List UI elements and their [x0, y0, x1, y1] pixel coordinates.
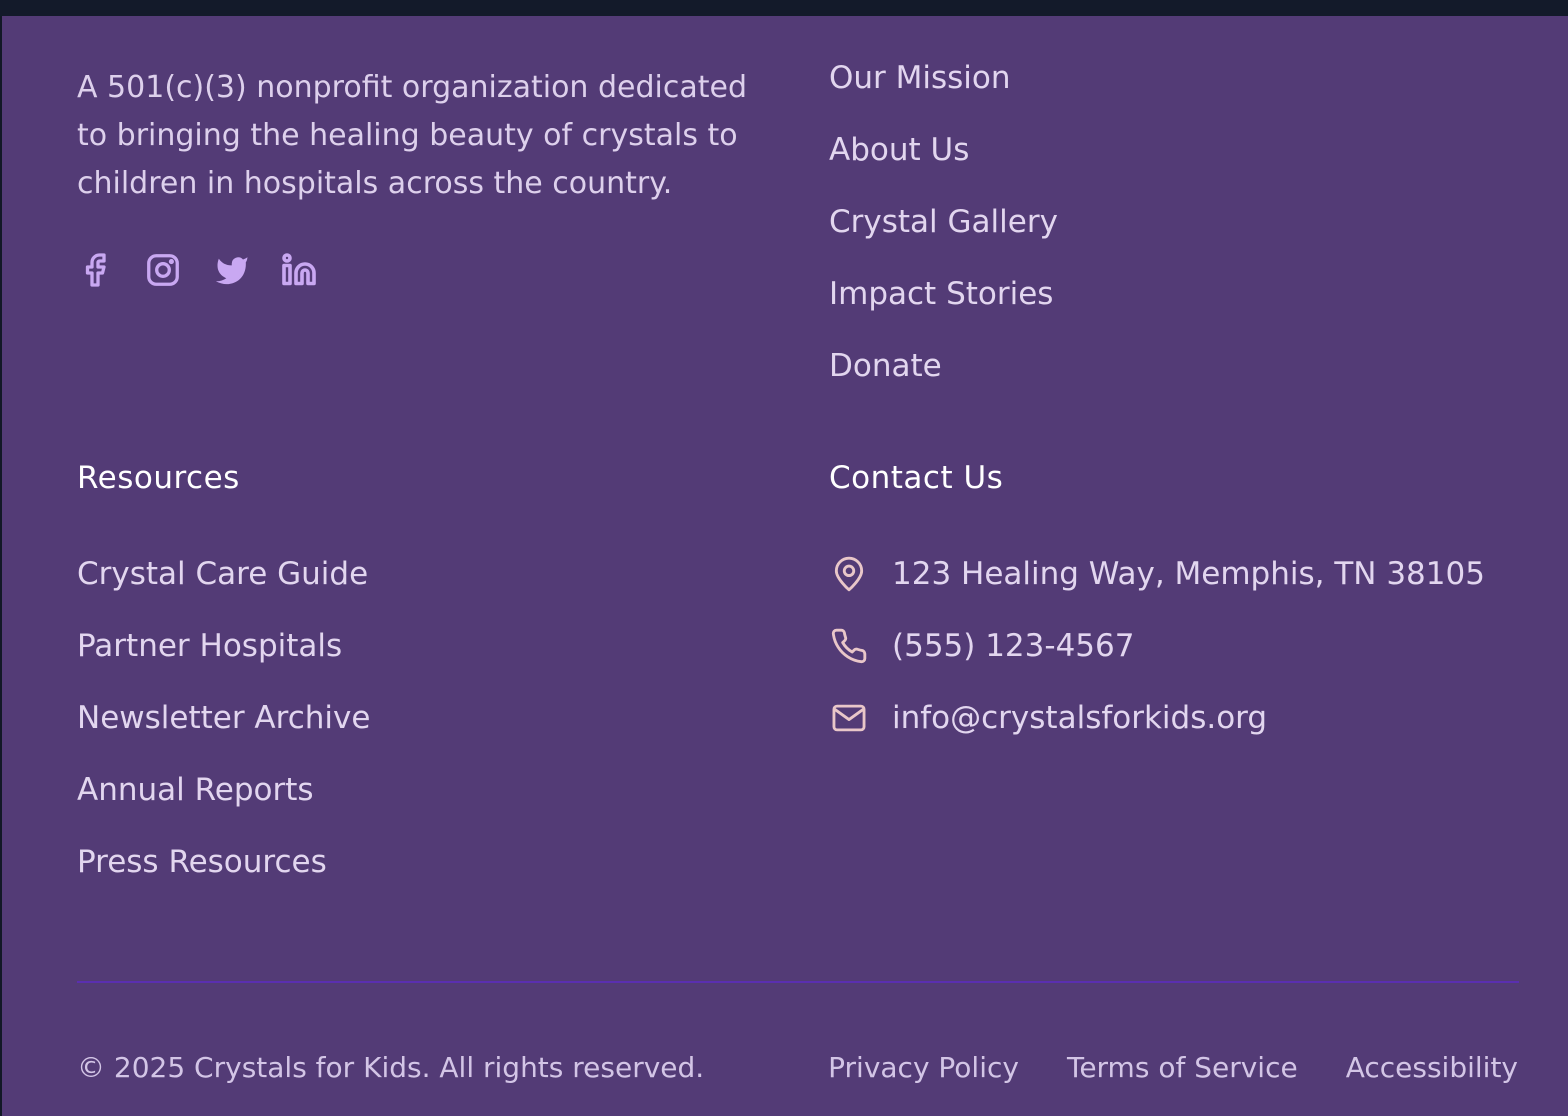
instagram-icon [147, 254, 179, 286]
linkedin-icon [282, 253, 316, 286]
accessibility-link[interactable]: Accessibility [1346, 1046, 1518, 1090]
site-footer: A 501(c)(3) nonprofit organization dedic… [2, 16, 1568, 1116]
resource-link-press-resources[interactable]: Press Resources [77, 838, 370, 910]
phone-icon [829, 622, 869, 670]
top-bar-edge [0, 0, 1568, 16]
quick-links-list: Our Mission About Us Crystal Gallery Imp… [829, 54, 1058, 414]
social-links [77, 252, 317, 288]
contact-address: 123 Healing Way, Memphis, TN 38105 [829, 550, 1485, 622]
footer-link-about-us[interactable]: About Us [829, 126, 1058, 198]
resource-link-partner-hospitals[interactable]: Partner Hospitals [77, 622, 370, 694]
map-pin-icon [829, 550, 869, 598]
contact-email[interactable]: info@crystalsforkids.org [829, 694, 1485, 766]
legal-links: Privacy Policy Terms of Service Accessib… [828, 1046, 1518, 1090]
footer-link-impact-stories[interactable]: Impact Stories [829, 270, 1058, 342]
about-description: A 501(c)(3) nonprofit organization dedic… [77, 70, 747, 201]
mail-icon [829, 694, 869, 742]
resource-link-newsletter-archive[interactable]: Newsletter Archive [77, 694, 370, 766]
facebook-icon [85, 253, 106, 287]
linkedin-link[interactable] [281, 252, 317, 288]
footer-link-our-mission[interactable]: Our Mission [829, 54, 1058, 126]
footer-divider [77, 981, 1519, 983]
contact-address-text: 123 Healing Way, Memphis, TN 38105 [892, 556, 1485, 592]
twitter-link[interactable] [213, 252, 249, 288]
resource-link-crystal-care-guide[interactable]: Crystal Care Guide [77, 550, 370, 622]
copyright-text: © 2025 Crystals for Kids. All rights res… [77, 1051, 705, 1084]
facebook-link[interactable] [77, 252, 113, 288]
footer-link-donate[interactable]: Donate [829, 342, 1058, 414]
resources-list: Crystal Care Guide Partner Hospitals New… [77, 550, 370, 910]
instagram-link[interactable] [145, 252, 181, 288]
contact-phone-text: (555) 123-4567 [892, 628, 1135, 664]
contact-heading: Contact Us [829, 460, 1004, 496]
footer-link-crystal-gallery[interactable]: Crystal Gallery [829, 198, 1058, 270]
resource-link-annual-reports[interactable]: Annual Reports [77, 766, 370, 838]
contact-email-text: info@crystalsforkids.org [892, 700, 1268, 736]
terms-of-service-link[interactable]: Terms of Service [1067, 1046, 1298, 1090]
contact-phone[interactable]: (555) 123-4567 [829, 622, 1485, 694]
privacy-policy-link[interactable]: Privacy Policy [828, 1046, 1019, 1090]
twitter-icon [215, 257, 248, 285]
resources-heading: Resources [77, 460, 240, 496]
contact-list: 123 Healing Way, Memphis, TN 38105 (555)… [829, 550, 1485, 766]
